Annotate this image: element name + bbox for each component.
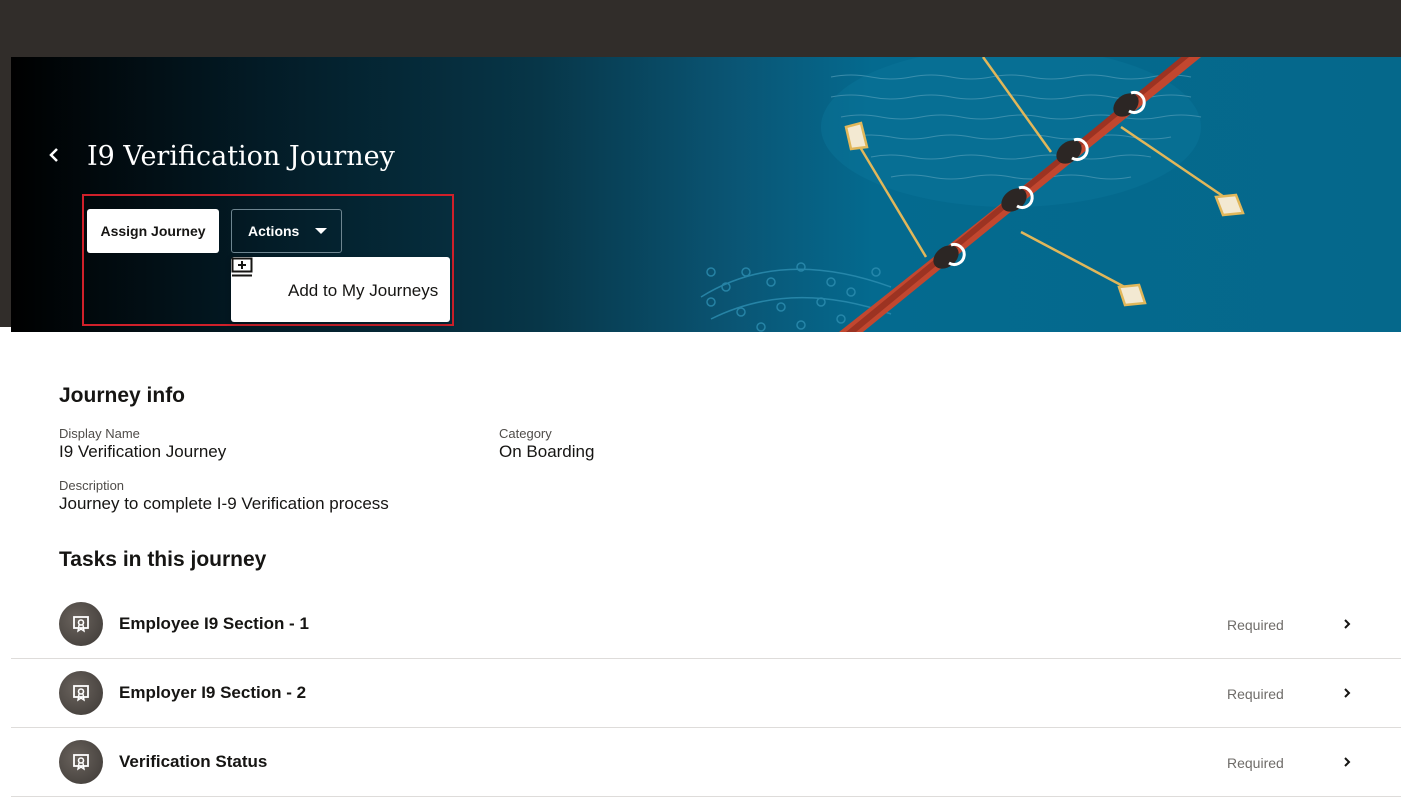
task-row[interactable]: Verification Status Required	[11, 728, 1401, 797]
tasks-heading: Tasks in this journey	[59, 548, 267, 571]
page-title: I9 Verification Journey	[87, 141, 395, 172]
task-name: Employer I9 Section - 2	[119, 683, 307, 702]
category-label: Category	[499, 426, 552, 441]
chevron-left-icon	[49, 148, 58, 162]
chevron-right-icon	[1344, 619, 1351, 629]
actions-menu-button[interactable]: Actions	[231, 209, 342, 253]
description-label: Description	[59, 478, 125, 493]
actions-dropdown: Add to My Journeys	[231, 257, 450, 322]
hero-banner: I9 Verification Journey Assign Journey A…	[11, 57, 1401, 332]
menu-item-add-to-my-journeys[interactable]: Add to My Journeys	[231, 257, 450, 322]
actions-label: Actions	[248, 223, 300, 239]
task-avatar	[59, 671, 103, 715]
chevron-right-icon	[1344, 757, 1351, 767]
task-avatar	[59, 740, 103, 784]
caret-down-icon	[315, 228, 328, 234]
add-to-list-icon	[231, 257, 253, 277]
category-value: On Boarding	[499, 442, 595, 461]
display-name-label: Display Name	[59, 426, 140, 441]
task-form-icon	[73, 616, 89, 633]
top-bar	[0, 0, 1401, 57]
task-form-icon	[73, 754, 89, 771]
description-value: Journey to complete I-9 Verification pro…	[59, 494, 389, 513]
menu-item-label: Add to My Journeys	[288, 281, 439, 300]
task-row[interactable]: Employer I9 Section - 2 Required	[11, 659, 1401, 728]
task-status: Required	[1227, 755, 1284, 771]
back-button[interactable]	[49, 147, 69, 171]
task-avatar	[59, 602, 103, 646]
left-edge-strip	[0, 57, 11, 327]
task-name: Employee I9 Section - 1	[119, 614, 309, 633]
task-form-icon	[73, 685, 89, 702]
task-status: Required	[1227, 617, 1284, 633]
task-name: Verification Status	[119, 752, 268, 771]
journey-info-heading: Journey info	[59, 384, 186, 407]
chevron-right-icon	[1344, 688, 1351, 698]
assign-journey-button[interactable]: Assign Journey	[87, 209, 219, 253]
task-row[interactable]: Employee I9 Section - 1 Required	[11, 590, 1401, 659]
display-name-value: I9 Verification Journey	[59, 442, 227, 461]
task-status: Required	[1227, 686, 1284, 702]
